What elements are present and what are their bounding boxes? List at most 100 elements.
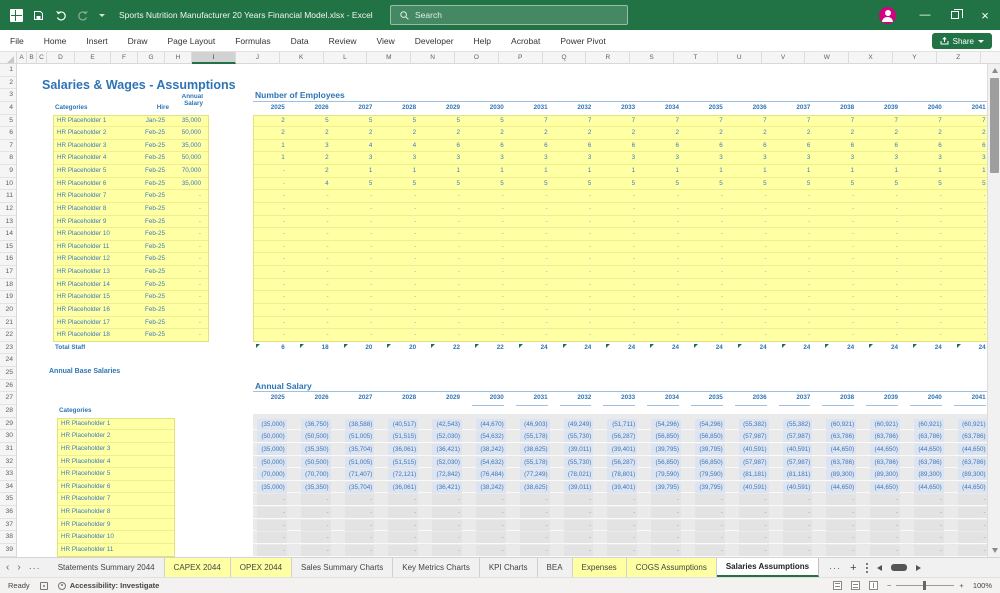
- annual-salary-cell[interactable]: (35,000): [257, 444, 287, 455]
- staff-hire-cell[interactable]: Feb-25: [135, 165, 165, 178]
- employee-count-cell[interactable]: -: [253, 279, 285, 292]
- row-header-12[interactable]: 12: [0, 203, 16, 216]
- sheet-tab-sales-summary-charts[interactable]: Sales Summary Charts: [292, 558, 393, 577]
- row-header-23[interactable]: 23: [0, 342, 16, 355]
- employee-count-cell[interactable]: -: [341, 317, 373, 330]
- annual-salary-cell[interactable]: (44,650): [914, 482, 944, 493]
- employee-count-cell[interactable]: -: [472, 216, 504, 229]
- employee-count-cell[interactable]: -: [253, 203, 285, 216]
- staff-name-cell[interactable]: HR Placeholder 12: [57, 253, 135, 266]
- staff-hire-cell[interactable]: Feb-25: [135, 317, 165, 330]
- annual-salary-year-header[interactable]: 2035: [691, 392, 723, 406]
- page-title[interactable]: Salaries & Wages - Assumptions: [42, 78, 236, 92]
- annual-salary-cell[interactable]: -: [826, 545, 856, 556]
- sheet-tab-kpi-charts[interactable]: KPI Charts: [480, 558, 538, 577]
- employee-count-cell[interactable]: -: [691, 279, 723, 292]
- employee-count-cell[interactable]: -: [954, 228, 986, 241]
- row-header-38[interactable]: 38: [0, 531, 16, 544]
- ribbon-tab-help[interactable]: Help: [464, 30, 501, 52]
- annual-salary-cell[interactable]: (72,842): [432, 469, 462, 480]
- employee-count-cell[interactable]: 1: [341, 165, 373, 178]
- employee-count-cell[interactable]: 2: [428, 127, 460, 140]
- base-salary-name-cell[interactable]: HR Placeholder 9: [61, 519, 171, 532]
- employee-count-cell[interactable]: -: [779, 266, 811, 279]
- annual-salary-year-header[interactable]: 2026: [297, 392, 329, 405]
- employee-count-cell[interactable]: -: [954, 291, 986, 304]
- employee-count-cell[interactable]: -: [866, 329, 898, 342]
- employee-count-cell[interactable]: -: [910, 216, 942, 229]
- row-header-27[interactable]: 27: [0, 392, 16, 405]
- annual-salary-cell[interactable]: -: [432, 507, 462, 518]
- staff-hire-cell[interactable]: Feb-25: [135, 216, 165, 229]
- ribbon-tab-page-layout[interactable]: Page Layout: [158, 30, 226, 52]
- staff-hire-cell[interactable]: Feb-25: [135, 266, 165, 279]
- employee-count-cell[interactable]: -: [691, 304, 723, 317]
- employee-count-cell[interactable]: 1: [647, 165, 679, 178]
- employee-count-cell[interactable]: -: [866, 304, 898, 317]
- employee-count-cell[interactable]: 2: [341, 127, 373, 140]
- annual-salary-cell[interactable]: (39,795): [651, 444, 681, 455]
- annual-salary-cell[interactable]: (54,296): [651, 419, 681, 430]
- employee-count-cell[interactable]: -: [341, 304, 373, 317]
- employee-count-cell[interactable]: 7: [560, 115, 592, 128]
- annual-salary-cell[interactable]: -: [520, 507, 550, 518]
- annual-salary-cell[interactable]: -: [607, 520, 637, 531]
- employee-count-cell[interactable]: -: [384, 228, 416, 241]
- annual-salary-cell[interactable]: (55,730): [564, 457, 594, 468]
- annual-salary-year-header[interactable]: 2037: [779, 392, 811, 406]
- annual-salary-cell[interactable]: (38,625): [520, 444, 550, 455]
- employee-count-cell[interactable]: 2: [866, 127, 898, 140]
- employee-count-cell[interactable]: -: [866, 216, 898, 229]
- annual-salary-cell[interactable]: -: [958, 545, 987, 556]
- employee-count-cell[interactable]: -: [297, 266, 329, 279]
- employee-count-cell[interactable]: -: [560, 291, 592, 304]
- employee-count-cell[interactable]: 2: [297, 127, 329, 140]
- share-button[interactable]: Share: [932, 33, 992, 49]
- employee-count-cell[interactable]: 1: [428, 165, 460, 178]
- employee-count-cell[interactable]: -: [341, 241, 373, 254]
- annual-salary-cell[interactable]: (36,061): [388, 444, 418, 455]
- annual-salary-cell[interactable]: -: [783, 545, 813, 556]
- employee-count-cell[interactable]: 7: [647, 115, 679, 128]
- employee-count-cell[interactable]: -: [822, 228, 854, 241]
- employee-count-cell[interactable]: -: [516, 304, 548, 317]
- employee-count-cell[interactable]: 5: [384, 115, 416, 128]
- base-salary-name-cell[interactable]: HR Placeholder 1: [61, 418, 171, 431]
- annual-salary-cell[interactable]: (60,921): [958, 419, 987, 430]
- employee-count-cell[interactable]: 1: [516, 165, 548, 178]
- annual-salary-cell[interactable]: (38,588): [345, 419, 375, 430]
- column-header-S[interactable]: S: [630, 52, 674, 64]
- employees-total-cell[interactable]: 24: [691, 342, 723, 355]
- employees-total-cell[interactable]: 24: [516, 342, 548, 355]
- staff-name-cell[interactable]: HR Placeholder 18: [57, 329, 135, 342]
- employee-count-cell[interactable]: -: [516, 329, 548, 342]
- employee-count-cell[interactable]: -: [603, 203, 635, 216]
- annual-salary-cell[interactable]: (55,730): [564, 431, 594, 442]
- employee-count-cell[interactable]: -: [560, 241, 592, 254]
- employee-count-cell[interactable]: -: [603, 291, 635, 304]
- employee-count-cell[interactable]: -: [779, 304, 811, 317]
- employee-count-cell[interactable]: -: [341, 253, 373, 266]
- employee-count-cell[interactable]: 2: [253, 115, 285, 128]
- employee-count-cell[interactable]: -: [253, 304, 285, 317]
- employee-count-cell[interactable]: -: [472, 228, 504, 241]
- employee-count-cell[interactable]: -: [866, 190, 898, 203]
- staff-salary-cell[interactable]: 70,000: [163, 165, 201, 178]
- employee-count-cell[interactable]: 5: [603, 178, 635, 191]
- column-header-O[interactable]: O: [455, 52, 499, 64]
- employee-count-cell[interactable]: -: [472, 317, 504, 330]
- employee-count-cell[interactable]: -: [472, 253, 504, 266]
- employee-count-cell[interactable]: -: [647, 190, 679, 203]
- employee-count-cell[interactable]: -: [647, 203, 679, 216]
- employee-count-cell[interactable]: -: [866, 279, 898, 292]
- annual-salary-cell[interactable]: (63,786): [958, 431, 987, 442]
- employee-count-cell[interactable]: -: [954, 304, 986, 317]
- employee-count-cell[interactable]: -: [472, 203, 504, 216]
- scroll-down-icon[interactable]: [988, 544, 1000, 557]
- more-sheets-icon[interactable]: ···: [829, 563, 841, 573]
- employee-count-cell[interactable]: -: [910, 329, 942, 342]
- annual-salary-cell[interactable]: -: [520, 532, 550, 543]
- employee-count-cell[interactable]: -: [603, 279, 635, 292]
- annual-salary-cell[interactable]: (50,000): [257, 457, 287, 468]
- annual-salary-cell[interactable]: (52,030): [432, 431, 462, 442]
